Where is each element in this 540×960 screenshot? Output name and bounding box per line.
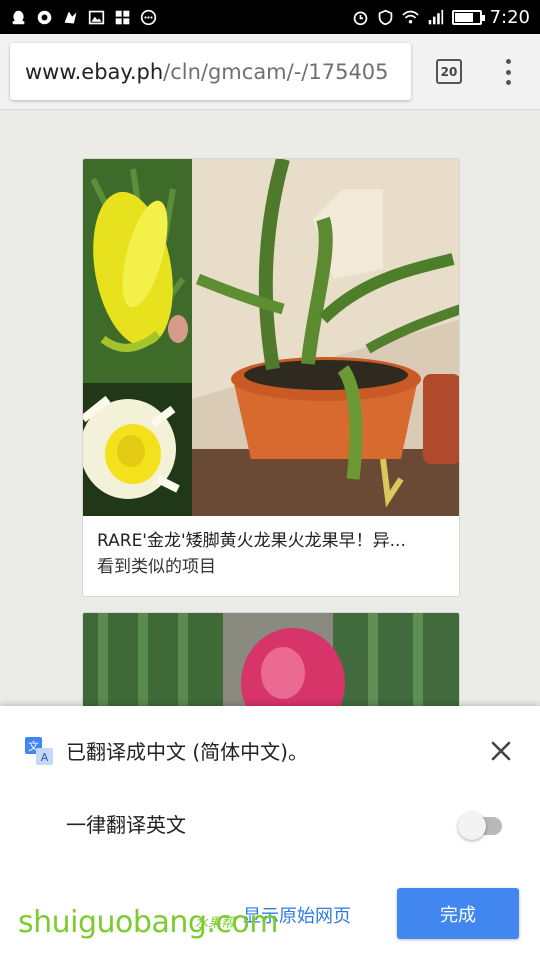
listing-card[interactable]: [82, 612, 460, 712]
status-bar: 7:20: [0, 0, 540, 34]
browser-toolbar: www.ebay.ph/cln/gmcam/-/175405 20: [0, 34, 540, 110]
qq-icon: [12, 10, 25, 24]
listing-image: [83, 613, 459, 711]
translate-message: 已翻译成中文 (简体中文)。: [66, 740, 308, 764]
wifi-icon: [401, 10, 419, 23]
url-path: /cln/gmcam/-/175405: [163, 59, 389, 84]
signal-icon: [428, 9, 443, 24]
listing-text: RARE'金龙'矮脚黄火龙果火龙果早！异... 看到类似的项目: [83, 516, 459, 592]
image-icon: [88, 10, 105, 24]
listing-image: [83, 159, 459, 516]
watermark: shuiguobang.com: [18, 905, 279, 940]
close-icon[interactable]: [489, 739, 513, 763]
more-notifications-icon: [140, 9, 157, 25]
system-icons: 7:20: [352, 7, 530, 28]
listing-card[interactable]: RARE'金龙'矮脚黄火龙果火龙果早！异... 看到类似的项目: [82, 158, 460, 597]
apps-grid-icon: [115, 10, 130, 24]
tab-switcher-button[interactable]: 20: [436, 59, 462, 84]
app-icon: [64, 11, 77, 23]
url-host: www.ebay.ph: [25, 59, 164, 84]
svg-text:A: A: [41, 751, 49, 764]
alarm-icon: [353, 11, 367, 25]
shield-icon: [378, 9, 392, 25]
always-translate-label: 一律翻译英文: [66, 813, 186, 837]
overflow-menu-button[interactable]: [498, 56, 518, 88]
watermark-small: 水果帮: [195, 916, 235, 931]
browser-icon: [37, 10, 52, 24]
notification-icons: [10, 9, 157, 26]
status-time: 7:20: [489, 6, 530, 28]
done-button[interactable]: 完成: [397, 888, 519, 939]
url-bar[interactable]: www.ebay.ph/cln/gmcam/-/175405: [10, 43, 411, 100]
battery-icon: [451, 9, 485, 25]
always-translate-toggle[interactable]: [458, 809, 504, 840]
listing-title[interactable]: RARE'金龙'矮脚黄火龙果火龙果早！异...: [97, 528, 445, 554]
translate-icon: 文 A: [25, 737, 53, 765]
see-similar-link[interactable]: 看到类似的项目: [97, 554, 445, 580]
